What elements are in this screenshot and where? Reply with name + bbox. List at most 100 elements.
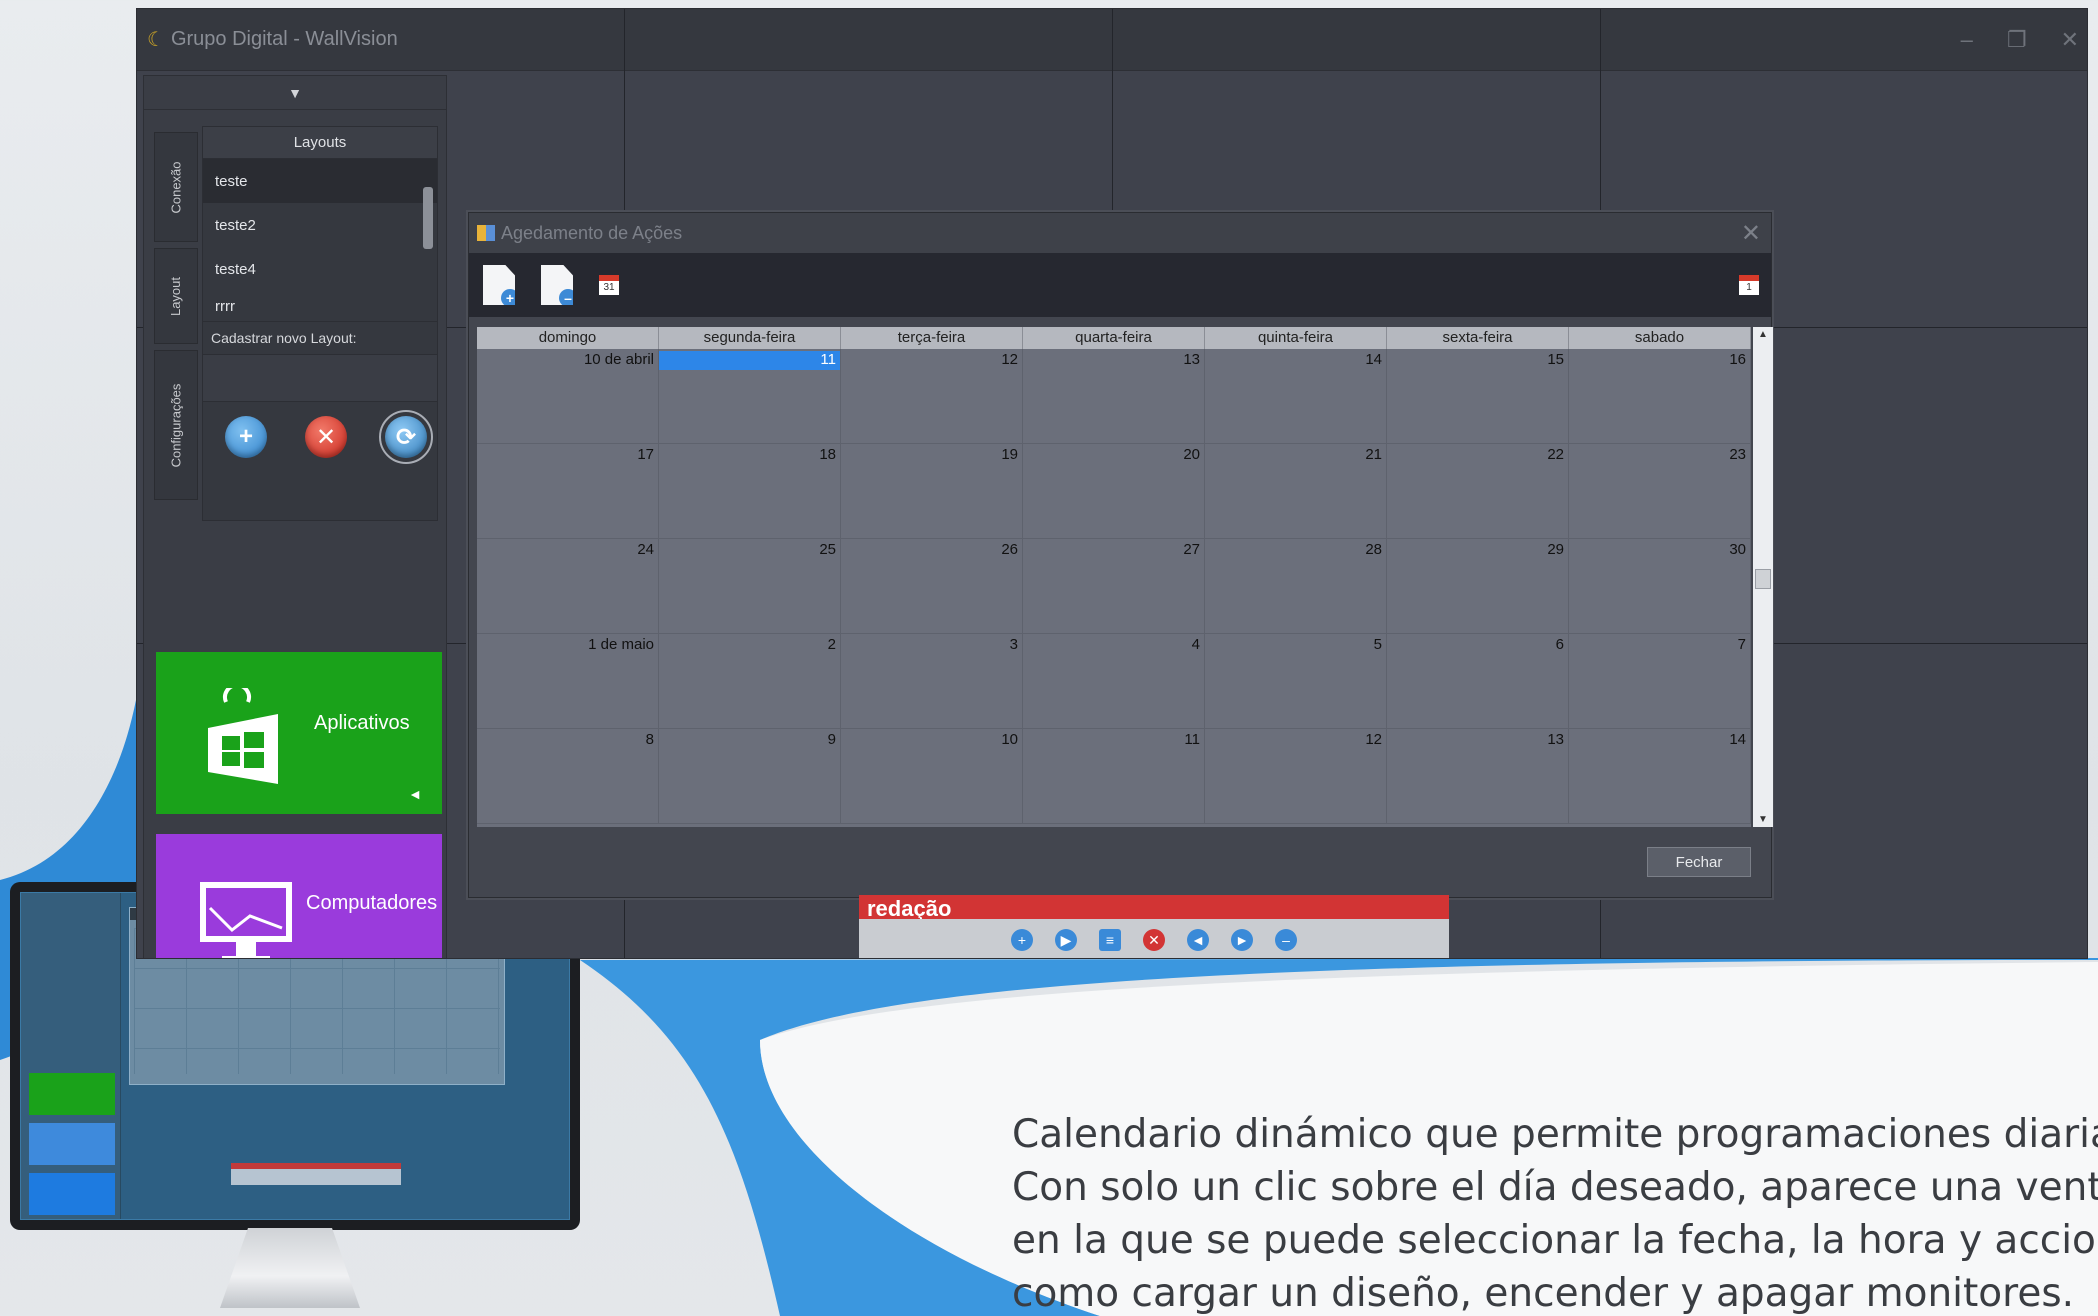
day-number: 9	[827, 731, 836, 748]
tab-configuracoes[interactable]: Configurações	[154, 350, 198, 500]
calendar-icon[interactable]: 31	[599, 275, 619, 295]
tab-conexao[interactable]: Conexão	[154, 132, 198, 242]
mini-left-panel	[21, 893, 121, 1219]
calendar-day-cell[interactable]: 11	[659, 349, 841, 443]
calendar-day-cell[interactable]: 9	[659, 729, 841, 823]
today-calendar-icon[interactable]: 1	[1739, 275, 1759, 295]
calendar-day-cell[interactable]: 19	[841, 444, 1023, 538]
scroll-down-icon[interactable]: ▼	[1758, 814, 1768, 825]
mini-tile-apps	[29, 1073, 115, 1115]
layout-item[interactable]: teste2	[203, 203, 437, 247]
mini-media-bar	[231, 1163, 401, 1185]
calendar-day-cell[interactable]: 17	[477, 444, 659, 538]
tile-computadores[interactable]: Computadores ◄	[156, 834, 442, 958]
fast-forward-icon[interactable]: ►	[1231, 929, 1253, 951]
calendar-day-cell[interactable]: 10	[841, 729, 1023, 823]
day-number: 6	[1555, 636, 1564, 653]
new-action-button[interactable]: +	[483, 265, 515, 305]
weekday-header: domingo segunda-feira terça-feira quarta…	[477, 327, 1751, 349]
scroll-thumb[interactable]	[423, 187, 433, 249]
calendar-day-cell[interactable]: 1 de maio	[477, 634, 659, 728]
day-number: 26	[1001, 541, 1018, 558]
calendar-day-cell[interactable]: 20	[1023, 444, 1205, 538]
calendar-grid: domingo segunda-feira terça-feira quarta…	[477, 327, 1773, 827]
calendar-day-cell[interactable]: 14	[1205, 349, 1387, 443]
zoom-in-icon[interactable]: +	[1011, 929, 1033, 951]
layout-list-scrollbar[interactable]	[423, 165, 433, 315]
app-window: ☾ Grupo Digital - WallVision – ❐ ✕ ▼ Con…	[136, 8, 2088, 959]
dialog-toolbar: + – 31 1	[469, 253, 1771, 317]
collapse-toggle[interactable]: ▼	[144, 76, 446, 110]
day-number: 29	[1547, 541, 1564, 558]
calendar-day-cell[interactable]: 28	[1205, 539, 1387, 633]
calendar-day-cell[interactable]: 13	[1023, 349, 1205, 443]
calendar-day-cell[interactable]: 23	[1569, 444, 1751, 538]
calendar-day-cell[interactable]: 24	[477, 539, 659, 633]
calendar-scrollbar[interactable]: ▲ ▼	[1753, 327, 1773, 827]
day-number: 10	[1001, 731, 1018, 748]
tile-aplicativos[interactable]: Aplicativos ◄	[156, 652, 442, 814]
new-layout-input[interactable]	[203, 354, 437, 402]
layout-item[interactable]: teste	[203, 159, 437, 203]
calendar-day-cell[interactable]: 4	[1023, 634, 1205, 728]
minimize-icon[interactable]: –	[1961, 27, 1973, 53]
remove-action-button[interactable]: –	[541, 265, 573, 305]
calendar-day-cell[interactable]: 8	[477, 729, 659, 823]
zoom-out-icon[interactable]: –	[1275, 929, 1297, 951]
scroll-up-icon[interactable]: ▲	[1758, 329, 1768, 340]
layout-item[interactable]: rrrr	[203, 291, 437, 321]
close-icon[interactable]: ✕	[2061, 27, 2079, 53]
calendar-day-cell[interactable]: 11	[1023, 729, 1205, 823]
calendar-day-cell[interactable]: 30	[1569, 539, 1751, 633]
calendar-day-cell[interactable]: 22	[1387, 444, 1569, 538]
delete-layout-button[interactable]: ✕	[305, 416, 347, 458]
calendar-day-cell[interactable]: 5	[1205, 634, 1387, 728]
tiles-area: Aplicativos ◄ Computadores ◄	[150, 528, 442, 958]
day-number: 15	[1547, 351, 1564, 368]
rewind-icon[interactable]: ◄	[1187, 929, 1209, 951]
calendar-day-cell[interactable]: 2	[659, 634, 841, 728]
calendar-day-cell[interactable]: 15	[1387, 349, 1569, 443]
day-number: 13	[1183, 351, 1200, 368]
stop-icon[interactable]: ✕	[1143, 929, 1165, 951]
day-number: 27	[1183, 541, 1200, 558]
dialog-close-icon[interactable]: ✕	[1741, 219, 1761, 248]
day-number: 25	[819, 541, 836, 558]
day-number: 4	[1191, 636, 1200, 653]
list-icon[interactable]: ≡	[1099, 929, 1121, 951]
calendar-day-cell[interactable]: 27	[1023, 539, 1205, 633]
calendar-day-cell[interactable]: 14	[1569, 729, 1751, 823]
schedule-dialog: Agedamento de Ações ✕ + – 31 1 domingo s…	[468, 212, 1773, 898]
close-button[interactable]: Fechar	[1647, 847, 1751, 877]
calendar-day-cell[interactable]: 25	[659, 539, 841, 633]
calendar-day-cell[interactable]: 29	[1387, 539, 1569, 633]
calendar-day-cell[interactable]: 26	[841, 539, 1023, 633]
weekday-label: segunda-feira	[659, 327, 841, 349]
restore-icon[interactable]: ❐	[2007, 27, 2027, 53]
tab-layout[interactable]: Layout	[154, 248, 198, 344]
calendar-day-cell[interactable]: 18	[659, 444, 841, 538]
calendar-day-cell[interactable]: 6	[1387, 634, 1569, 728]
play-icon[interactable]: ▶	[1055, 929, 1077, 951]
calendar-day-cell[interactable]: 12	[841, 349, 1023, 443]
day-number: 3	[1009, 636, 1018, 653]
calendar-day-cell[interactable]: 12	[1205, 729, 1387, 823]
calendar-day-cell[interactable]: 13	[1387, 729, 1569, 823]
side-tabs: Conexão Layout Configurações	[154, 132, 198, 506]
day-number: 14	[1365, 351, 1382, 368]
calendar-day-cell[interactable]: 3	[841, 634, 1023, 728]
mini-tile-computers	[29, 1123, 115, 1165]
calendar-day-cell[interactable]: 7	[1569, 634, 1751, 728]
day-number: 19	[1001, 446, 1018, 463]
dialog-app-icon	[477, 225, 495, 241]
calendar-day-cell[interactable]: 10 de abril	[477, 349, 659, 443]
weekday-label: domingo	[477, 327, 659, 349]
refresh-layout-button[interactable]: ⟳	[379, 410, 433, 464]
layout-item[interactable]: teste4	[203, 247, 437, 291]
calendar-day-cell[interactable]: 16	[1569, 349, 1751, 443]
weekday-label: sexta-feira	[1387, 327, 1569, 349]
scroll-thumb[interactable]	[1755, 569, 1771, 589]
media-controls: + ▶ ≡ ✕ ◄ ► –	[859, 919, 1449, 958]
calendar-day-cell[interactable]: 21	[1205, 444, 1387, 538]
add-layout-button[interactable]: +	[225, 416, 267, 458]
